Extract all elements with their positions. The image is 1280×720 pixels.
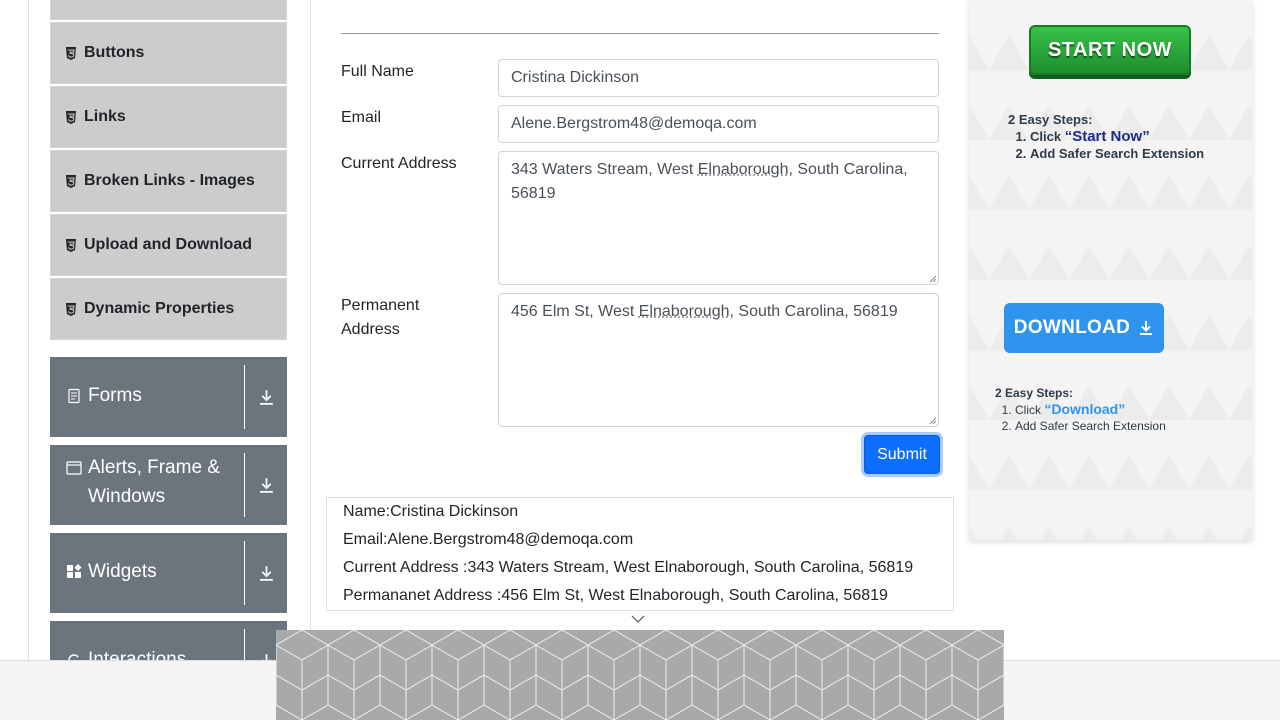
html5-icon: [65, 110, 77, 124]
download-icon: [259, 389, 273, 405]
output-email: Email:Alene.Bergstrom48@demoqa.com: [343, 531, 634, 548]
sidebar-item-label: Buttons: [84, 44, 145, 61]
download-toggle[interactable]: [245, 357, 287, 437]
ad-steps-2: 2 Easy Steps: Click “Download” Add Safer…: [995, 385, 1166, 434]
group-label: Alerts, Frame & Windows: [88, 457, 220, 507]
window-icon: [66, 461, 82, 475]
output-current-address: Current Address :343 Waters Stream, West…: [343, 559, 914, 576]
steps-title: 2 Easy Steps:: [995, 386, 1074, 400]
sidebar-item-label: Dynamic Properties: [84, 300, 235, 317]
steps-title: 2 Easy Steps:: [1008, 112, 1093, 127]
step-item: Add Safer Search Extension: [1030, 145, 1204, 162]
email-input[interactable]: Alene.Bergstrom48@demoqa.com: [498, 105, 939, 143]
download-icon: [1140, 321, 1153, 335]
sidebar-item-broken-links[interactable]: Broken Links - Images: [50, 150, 287, 212]
html5-icon: [65, 238, 77, 252]
chevron-down-icon[interactable]: [631, 614, 645, 624]
page: Buttons Links Broken Links - Images Uplo…: [0, 0, 1280, 720]
step-item: Add Safer Search Extension: [1015, 418, 1166, 434]
full-name-label: Full Name: [341, 63, 414, 80]
current-address-label: Current Address: [341, 155, 457, 172]
sidebar-item-label: Links: [84, 108, 126, 125]
download-icon: [259, 477, 273, 493]
step-item: Click “Start Now”: [1030, 128, 1204, 145]
step-item: Click “Download”: [1015, 401, 1166, 418]
output-panel: Name:Cristina Dickinson Email:Alene.Berg…: [326, 497, 954, 611]
current-address-textarea[interactable]: 343 Waters Stream, West Elnaborough, Sou…: [498, 151, 939, 285]
form-divider: [341, 33, 939, 34]
spellcheck-word: Elnaborough: [697, 161, 789, 178]
html5-icon: [65, 174, 77, 188]
html5-icon: [65, 302, 77, 316]
sidebar-divider: [310, 0, 311, 720]
sidebar-item-label: Upload and Download: [84, 236, 252, 253]
sidebar-item-label: Broken Links - Images: [84, 172, 255, 189]
start-now-button[interactable]: START NOW: [1029, 25, 1191, 75]
ad-steps: 2 Easy Steps: Click “Start Now” Add Safe…: [1008, 112, 1204, 162]
ad-banner-bottom[interactable]: [276, 630, 1004, 720]
cube-pattern-image: [276, 630, 1004, 720]
download-button[interactable]: DOWNLOAD: [1004, 303, 1164, 353]
widgets-icon: [67, 564, 82, 578]
group-label: Widgets: [88, 561, 157, 582]
sidebar-group-widgets[interactable]: Widgets: [50, 533, 287, 613]
sidebar-group-forms[interactable]: Forms: [50, 357, 287, 437]
download-label: DOWNLOAD: [1013, 317, 1131, 338]
output-permanent-address: Permananet Address :456 Elm St, West Eln…: [343, 587, 888, 604]
ad-banner-right[interactable]: START NOW 2 Easy Steps: Click “Start Now…: [969, 0, 1252, 540]
email-label: Email: [341, 109, 382, 126]
resize-handle-icon[interactable]: [928, 416, 936, 424]
submit-button[interactable]: Submit: [864, 435, 940, 474]
textarea-text: 343 Waters Stream, West: [511, 161, 698, 178]
sidebar-item-partial[interactable]: [50, 0, 287, 20]
ad-background-pattern: [969, 0, 1252, 540]
textarea-text: , South Carolina, 56819: [729, 303, 898, 320]
spellcheck-word: Elnaborough: [638, 303, 730, 320]
html5-icon: [65, 46, 77, 60]
document-icon: [68, 388, 80, 404]
output-name: Name:Cristina Dickinson: [343, 503, 519, 520]
sidebar-item-dynamic-properties[interactable]: Dynamic Properties: [50, 278, 287, 340]
download-toggle[interactable]: [245, 445, 287, 525]
download-toggle[interactable]: [245, 533, 287, 613]
resize-handle-icon[interactable]: [928, 274, 936, 282]
textarea-text: 456 Elm St, West: [511, 303, 639, 320]
group-label: Forms: [88, 385, 142, 406]
permanent-address-textarea[interactable]: 456 Elm St, West Elnaborough, South Caro…: [498, 293, 939, 427]
full-name-input[interactable]: Cristina Dickinson: [498, 59, 939, 97]
sidebar-item-buttons[interactable]: Buttons: [50, 22, 287, 84]
sidebar-group-alerts[interactable]: Alerts, Frame & Windows: [50, 445, 287, 525]
permanent-address-label: Permanent Address: [341, 297, 420, 338]
download-icon: [259, 565, 273, 581]
sidebar-item-links[interactable]: Links: [50, 86, 287, 148]
sidebar-item-upload-download[interactable]: Upload and Download: [50, 214, 287, 276]
left-gutter-line: [28, 0, 29, 720]
